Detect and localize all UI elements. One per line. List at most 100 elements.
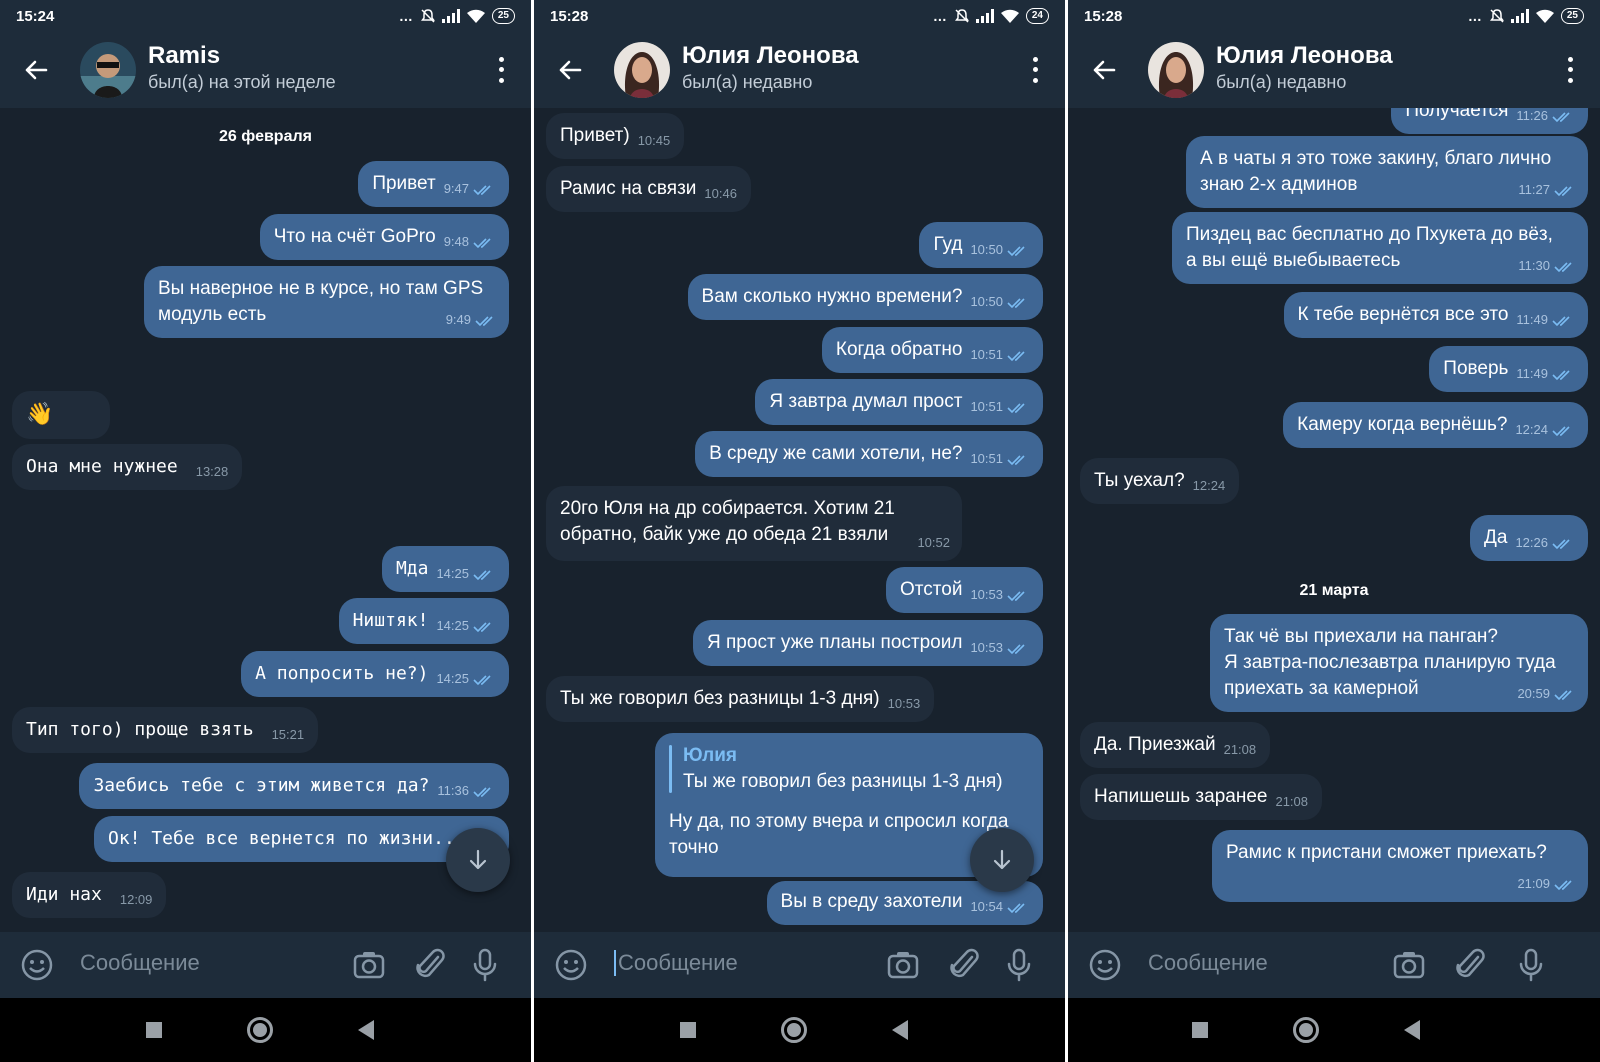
message-bubble[interactable]: Рамис на связи 10:46 — [546, 166, 751, 212]
more-vertical-icon[interactable] — [491, 54, 511, 86]
message-bubble[interactable]: Так чё вы приехали на панган? Я завтра-п… — [1210, 614, 1588, 712]
nav-back-icon[interactable] — [1404, 1020, 1420, 1040]
nav-recents-icon[interactable] — [1192, 1022, 1208, 1038]
message-text: Да. Приезжай — [1094, 734, 1216, 755]
message-time: 14:25 — [436, 671, 469, 686]
message-bubble[interactable]: Заебись тебе с этим живется да? 11:36 — [79, 763, 509, 809]
message-text: Рамис к пристани сможет приехать? — [1226, 842, 1547, 863]
message-bubble[interactable]: Ты же говорил без разницы 1-3 дня) 10:53 — [546, 676, 935, 722]
message-bubble[interactable]: Поверь 11:49 — [1429, 346, 1588, 392]
status-icons: … 25 — [399, 7, 515, 25]
message-list[interactable]: Получается 11:26 А в чаты я это тоже заки… — [1068, 108, 1600, 932]
message-bubble[interactable]: В среду же сами хотели, не? 10:51 — [695, 431, 1043, 477]
nav-home-icon[interactable] — [781, 1017, 807, 1043]
avatar[interactable] — [80, 42, 136, 98]
nav-recents-icon[interactable] — [146, 1022, 162, 1038]
message-composer: Сообщение — [0, 932, 531, 998]
message-text: Мда — [395, 558, 429, 579]
nav-back-icon[interactable] — [892, 1020, 908, 1040]
message-time: 15:21 — [271, 727, 305, 742]
camera-icon[interactable] — [1392, 948, 1426, 982]
emoji-icon[interactable] — [20, 948, 54, 982]
message-bubble[interactable]: Когда обратно 10:51 — [821, 327, 1043, 373]
message-bubble[interactable]: Камеру когда вернёшь? 12:24 — [1283, 402, 1588, 448]
message-time: 12:26 — [1515, 535, 1548, 550]
more-vertical-icon[interactable] — [1025, 54, 1045, 86]
attach-icon[interactable] — [1456, 948, 1486, 982]
microphone-icon[interactable] — [1518, 948, 1544, 982]
message-bubble[interactable]: Отстой 10:53 — [886, 567, 1043, 613]
message-bubble[interactable]: Рамис к пристани сможет приехать? 21:09 — [1212, 830, 1588, 902]
reply-quoted-text: Ты же говорил без разницы 1-3 дня) — [683, 771, 1003, 792]
message-bubble[interactable]: Ты уехал? 12:24 — [1080, 458, 1240, 504]
message-bubble[interactable]: 👋 — [12, 391, 110, 439]
avatar[interactable] — [1148, 42, 1204, 98]
message-time: 10:50 — [970, 294, 1003, 309]
message-bubble[interactable]: Тип того) проще взять 15:21 — [12, 707, 319, 753]
message-bubble[interactable]: Вы наверное не в курсе, но там GPS модул… — [144, 266, 509, 338]
scroll-down-icon — [469, 849, 487, 870]
message-bubble[interactable]: Гуд 10:50 — [919, 222, 1043, 268]
message-bubble[interactable]: Что на счёт GoPro 9:48 — [259, 214, 509, 260]
message-bubble[interactable]: Да. Приезжай 21:08 — [1080, 722, 1271, 768]
message-bubble[interactable]: 20го Юля на др собирается. Хотим 21 обра… — [546, 486, 962, 561]
message-bubble[interactable]: Да 12:26 — [1470, 515, 1588, 561]
message-bubble[interactable]: Ништяк! 14:25 — [338, 598, 509, 644]
message-bubble[interactable]: А в чаты я это тоже закину, благо лично … — [1186, 136, 1588, 208]
message-list[interactable]: 26 февраля Привет 9:47 Что на счёт GoPro 9… — [0, 108, 531, 932]
message-bubble[interactable]: Я прост уже планы построил 10:53 — [693, 620, 1043, 666]
emoji-icon[interactable] — [1088, 948, 1122, 982]
scroll-down-button[interactable] — [446, 828, 510, 892]
message-text: Вам сколько нужно времени? — [701, 286, 963, 307]
microphone-icon[interactable] — [472, 948, 498, 982]
message-bubble[interactable]: Получается 11:26 — [1391, 108, 1588, 134]
double-check-icon — [473, 674, 491, 685]
nav-recents-icon[interactable] — [680, 1022, 696, 1038]
nav-back-icon[interactable] — [358, 1020, 374, 1040]
nav-home-icon[interactable] — [247, 1017, 273, 1043]
back-arrow-icon[interactable] — [22, 56, 50, 84]
message-bubble[interactable]: Пиздец вас бесплатно до Пхукета до вёз, … — [1172, 212, 1588, 284]
message-bubble[interactable]: Вам сколько нужно времени? 10:50 — [687, 274, 1043, 320]
message-bubble[interactable]: Мда 14:25 — [381, 546, 509, 592]
attach-icon[interactable] — [416, 948, 446, 982]
message-text: А попросить не?) — [255, 663, 429, 684]
message-bubble[interactable]: Привет) 10:45 — [546, 113, 685, 159]
avatar[interactable] — [614, 42, 670, 98]
back-arrow-icon[interactable] — [1090, 56, 1118, 84]
message-bubble[interactable]: Она мне нужнее 13:28 — [12, 444, 243, 490]
message-bubble[interactable]: К тебе вернётся все это 11:49 — [1283, 292, 1588, 338]
double-check-icon — [1552, 369, 1570, 380]
message-bubble[interactable]: Я завтра думал прост 10:51 — [755, 379, 1043, 425]
message-list[interactable]: Привет) 10:45 Рамис на связи 10:46 Гуд 10:5… — [534, 108, 1065, 932]
message-text: Ок! Тебе все вернется по жизни... — [108, 828, 466, 849]
message-time: 9:48 — [443, 234, 469, 249]
message-input[interactable]: Сообщение — [80, 950, 200, 976]
chat-header[interactable]: Юлия Леонова был(а) недавно — [1068, 32, 1600, 108]
message-time: 21:08 — [1275, 794, 1309, 809]
message-text: Ништяк! — [352, 610, 429, 631]
back-arrow-icon[interactable] — [556, 56, 584, 84]
message-bubble[interactable]: А попросить не?) 14:25 — [241, 651, 509, 697]
message-bubble[interactable]: Напишешь заранее 21:08 — [1080, 774, 1323, 820]
camera-icon[interactable] — [886, 948, 920, 982]
more-dots-icon: … — [932, 8, 948, 24]
wifi-icon — [1000, 9, 1019, 23]
scroll-down-button[interactable] — [970, 828, 1034, 892]
phone-screen-yulia-2: 15:28 … 25 Юлия Леонова был(а) недавно П… — [1068, 0, 1600, 1062]
more-vertical-icon[interactable] — [1560, 54, 1580, 86]
chat-header[interactable]: Юлия Леонова был(а) недавно — [534, 32, 1065, 108]
attach-icon[interactable] — [950, 948, 980, 982]
message-bubble[interactable]: Привет 9:47 — [358, 161, 509, 207]
camera-icon[interactable] — [352, 948, 386, 982]
emoji-icon[interactable] — [554, 948, 588, 982]
microphone-icon[interactable] — [1006, 948, 1032, 982]
reply-quote[interactable]: Юлия Ты же говорил без разницы 1-3 дня) — [669, 743, 1029, 795]
message-composer: Сообщение — [534, 932, 1065, 998]
chat-header[interactable]: Ramis был(а) на этой неделе — [0, 32, 531, 108]
double-check-icon — [1552, 538, 1570, 549]
message-bubble[interactable]: Иди нах 12:09 — [12, 872, 167, 918]
message-input[interactable]: Сообщение — [1148, 950, 1268, 976]
message-input[interactable]: Сообщение — [614, 950, 738, 976]
nav-home-icon[interactable] — [1293, 1017, 1319, 1043]
